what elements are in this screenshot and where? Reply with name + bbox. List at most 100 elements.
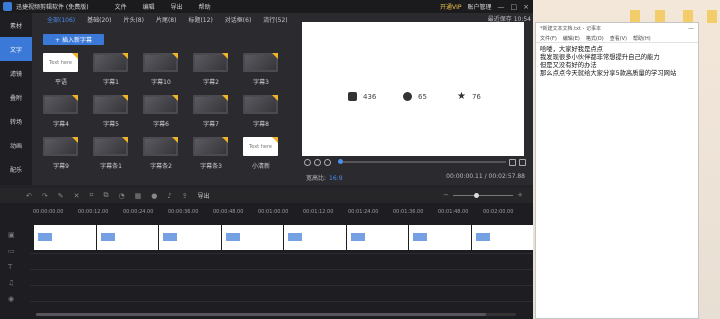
subtitle-thumbnail[interactable] [43,95,78,114]
subtitle-thumbnail[interactable] [193,137,228,156]
timeline-ruler[interactable]: 00:00:00.00 00:00:12.00 00:00:24.00 00:00:3… [33,209,533,217]
subtitle-thumbnail[interactable] [93,95,128,114]
record-icon[interactable]: ● [151,192,157,200]
sidebar-item-filter[interactable]: 滤镜 [0,61,32,85]
sidebar-item-animation[interactable]: 动画 [0,133,32,157]
subtitle-thumbnail[interactable] [243,95,278,114]
mic-icon[interactable]: ♪ [167,192,171,200]
subtitle-thumbnail[interactable] [143,95,178,114]
timeline-scrollbar[interactable] [36,313,516,316]
sidebar-item-material[interactable]: 素材 [0,13,32,37]
zoom-out-icon[interactable]: − [443,191,449,199]
download-badge-icon [272,53,278,59]
tab-popular[interactable]: 流行(52) [263,15,287,24]
mosaic-icon[interactable]: ▦ [135,192,142,200]
notepad-menu-edit[interactable]: 编辑(E) [563,35,580,42]
sidebar-item-overlay[interactable]: 叠附 [0,85,32,109]
subtitle-thumbnail[interactable] [93,137,128,156]
redo-icon[interactable]: ↷ [42,192,48,200]
tab-title[interactable]: 标题(12) [188,15,212,24]
close-button[interactable]: × [523,3,529,11]
video-clip[interactable] [159,225,221,250]
undo-icon[interactable]: ↶ [26,192,32,200]
video-clip[interactable] [409,225,471,250]
overlay-track-icon[interactable]: ▭ [8,247,22,263]
title-bar: 迅捷视频剪辑软件 (免费版) 文件 编辑 导出 帮助 开通VIP 账户管理 — … [0,0,533,13]
download-badge-icon [172,95,178,101]
subtitle-thumbnail[interactable] [93,53,128,72]
stop-button[interactable] [324,158,331,166]
prev-frame-button[interactable] [304,158,311,166]
notepad-menu-file[interactable]: 文件(F) [540,35,557,42]
fullscreen-icon[interactable] [519,158,526,166]
progress-knob[interactable] [338,159,343,164]
volume-icon[interactable] [509,158,516,166]
menu-export[interactable]: 导出 [171,2,183,11]
zoom-slider[interactable] [452,192,514,198]
aspect-ratio[interactable]: 宽高比: 16:9 [306,173,343,182]
video-clip[interactable] [221,225,283,250]
aspect-ratio-value[interactable]: 16:9 [329,175,342,182]
zoom-in-icon[interactable]: + [517,191,523,199]
subtitle-thumbnail[interactable]: Text here [243,137,278,156]
crop-icon[interactable]: ⌗ [90,191,94,200]
export-icon[interactable]: ⇪ [182,192,188,200]
subtitle-thumbnail[interactable] [193,53,228,72]
video-track-icon[interactable]: ▣ [8,231,22,247]
video-clip[interactable] [284,225,346,250]
video-clips[interactable] [34,225,533,250]
speed-icon[interactable]: ◔ [118,192,124,200]
ruler-tick-label: 00:02:00.00 [483,209,514,215]
subtitle-thumbnail[interactable] [143,137,178,156]
music-track-icon[interactable]: ♫ [8,279,22,295]
tab-dialog[interactable]: 对话框(6) [225,15,252,24]
notepad-menu-help[interactable]: 帮助(H) [633,35,651,42]
timeline-zoom[interactable]: − + [443,191,523,199]
tab-opening[interactable]: 片头(8) [123,15,144,24]
download-badge-icon [122,53,128,59]
zoom-knob[interactable] [473,192,479,198]
text-track-icon[interactable]: T [8,263,22,279]
notepad-menu-view[interactable]: 查看(V) [610,35,627,42]
sidebar-item-transition[interactable]: 转场 [0,109,32,133]
playback-progress[interactable] [338,159,506,164]
notepad-title-bar: *新建文本文档.txt - 记事本 — [536,23,698,34]
split-icon[interactable]: ⧉ [103,191,108,200]
subtitle-thumbnail[interactable]: Text here [43,53,78,72]
tab-all[interactable]: 全部(106) [47,15,75,24]
stat-favorites-value: 76 [471,92,481,101]
menu-edit[interactable]: 编辑 [143,2,155,11]
tab-ending[interactable]: 片尾(8) [156,15,177,24]
video-clip[interactable] [96,225,158,250]
vip-button[interactable]: 开通VIP [440,2,462,11]
account-button[interactable]: 账户管理 [467,2,491,11]
subtitle-template-label: 字幕3 [253,79,269,86]
time-current: 00:00:00.11 [446,173,483,180]
subtitle-thumbnail[interactable] [193,95,228,114]
video-clip[interactable] [34,225,96,250]
notepad-close-icon[interactable]: — [688,25,698,32]
play-button[interactable] [314,158,321,166]
notepad-menu-format[interactable]: 格式(O) [586,35,604,42]
voice-track-icon[interactable]: ◉ [8,295,22,311]
subtitle-template-label: 字幕2 [203,79,219,86]
notepad-text-area[interactable]: 哈喽，大家好我是点点 我发现很多小伙伴都非常想提升自己的能力 但是又没有好的办法… [536,43,698,81]
edit-icon[interactable]: ✎ [58,192,64,200]
menu-help[interactable]: 帮助 [199,2,211,11]
tab-basic[interactable]: 基础(20) [87,15,111,24]
video-clip[interactable] [346,225,408,250]
subtitle-thumbnail[interactable] [43,137,78,156]
export-button[interactable]: 导出 [198,191,210,200]
delete-icon[interactable]: ✕ [74,192,80,200]
desktop-file-icon[interactable] [707,10,717,23]
minimize-button[interactable]: — [498,3,505,11]
insert-subtitle-button[interactable]: + 插入新字幕 [43,34,104,45]
subtitle-thumbnail[interactable] [243,53,278,72]
subtitle-thumbnail[interactable] [143,53,178,72]
maximize-button[interactable]: □ [511,3,518,11]
sidebar-item-music[interactable]: 配乐 [0,157,32,181]
video-clip[interactable] [471,225,533,250]
sidebar-item-text[interactable]: 文字 [0,37,32,61]
ruler-tick-label: 00:00:48.00 [213,209,244,215]
menu-file[interactable]: 文件 [115,2,127,11]
